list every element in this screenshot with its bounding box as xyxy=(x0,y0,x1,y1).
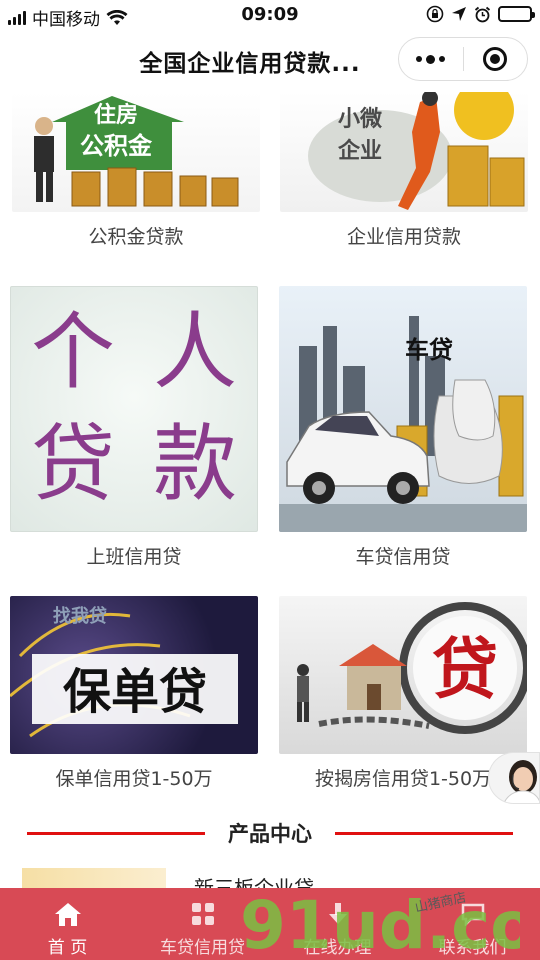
more-icon xyxy=(416,54,446,64)
alarm-icon xyxy=(474,6,491,22)
bd-image-text-2: 保单贷 xyxy=(63,664,207,720)
nav-bar: 全国企业信用贷款... xyxy=(0,30,540,88)
product-card-label: 公积金贷款 xyxy=(88,226,184,248)
mortgage-loan-image: 贷 xyxy=(279,596,527,754)
gr-image-text-1: 个 xyxy=(31,303,115,401)
product-card-qy[interactable]: 小微 企业 企业信用贷款 xyxy=(280,92,528,249)
product-card-label: 保单信用贷1-50万 xyxy=(55,768,213,790)
personal-loan-image: 个 人 贷 款 xyxy=(10,286,258,532)
gjj-image: 住房 公积金 xyxy=(12,92,260,212)
download-icon xyxy=(327,899,349,929)
bd-image-text-1: 找我贷 xyxy=(53,605,107,627)
gjj-image-text-2: 公积金 xyxy=(80,132,153,160)
gjj-image-text-1: 住房 xyxy=(94,102,138,128)
status-right xyxy=(426,5,535,23)
gr-image-text-4: 款 xyxy=(153,415,237,513)
content-scroll[interactable]: 住房 公积金 公积金贷款 小微 企业 企业信用贷款 个 人 贷 款 上班信用贷 … xyxy=(0,88,540,888)
section-divider-right xyxy=(335,832,513,835)
qy-image-text-2: 企业 xyxy=(337,138,382,164)
product-card-bd[interactable]: 找我贷 保单贷 保单信用贷1-50万 xyxy=(10,596,258,791)
product-card-cd[interactable]: 车贷 车贷信用贷 xyxy=(279,286,527,569)
bottom-tab-bar: 首 页 车贷信用贷 在线办理 联系我们 xyxy=(0,888,540,960)
tab-contact[interactable]: 联系我们 xyxy=(405,888,540,960)
battery-icon xyxy=(498,6,535,22)
cd-image-text: 车贷 xyxy=(405,336,453,364)
customer-service-avatar[interactable] xyxy=(488,752,540,804)
policy-loan-image: 找我贷 保单贷 xyxy=(10,596,258,754)
ajf-image-text: 贷 xyxy=(432,631,498,708)
section-header-products: 产品中心 xyxy=(0,818,540,848)
qy-image-text-1: 小微 xyxy=(338,106,382,132)
product-card-gjj[interactable]: 住房 公积金 公积金贷款 xyxy=(12,92,260,249)
product-card-sb[interactable]: 个 人 贷 款 上班信用贷 xyxy=(10,286,258,569)
tab-home[interactable]: 首 页 xyxy=(0,888,135,960)
tab-car-loan[interactable]: 车贷信用贷 xyxy=(135,888,270,960)
home-icon xyxy=(54,899,82,929)
more-button[interactable] xyxy=(399,38,463,80)
close-miniprogram-button[interactable] xyxy=(464,38,528,80)
tab-label: 车贷信用贷 xyxy=(160,938,245,958)
car-loan-image: 车贷 xyxy=(279,286,527,532)
grid-icon xyxy=(191,899,215,929)
product-card-label: 车贷信用贷 xyxy=(355,546,451,568)
target-icon xyxy=(483,47,508,71)
product-card-label: 企业信用贷款 xyxy=(346,226,461,248)
tab-label: 在线办理 xyxy=(303,938,372,958)
qy-image: 小微 企业 xyxy=(280,92,528,212)
lock-rotation-icon xyxy=(426,5,444,23)
product-card-ajf[interactable]: 贷 按揭房信用贷1-50万 xyxy=(279,596,527,791)
miniprogram-capsule xyxy=(398,37,528,81)
gr-image-text-2: 人 xyxy=(153,303,237,401)
tab-online-apply[interactable]: 在线办理 xyxy=(270,888,405,960)
product-card-label: 上班信用贷 xyxy=(86,546,182,568)
gr-image-text-3: 贷 xyxy=(31,415,115,513)
status-bar: 中国移动 09:09 xyxy=(0,0,540,30)
location-icon xyxy=(452,7,466,21)
chat-icon xyxy=(460,899,486,929)
product-thumbnail[interactable] xyxy=(22,868,166,888)
tab-label: 首 页 xyxy=(47,938,88,958)
product-title[interactable]: 新三板企业贷 xyxy=(194,872,314,888)
tab-label: 联系我们 xyxy=(438,938,507,958)
